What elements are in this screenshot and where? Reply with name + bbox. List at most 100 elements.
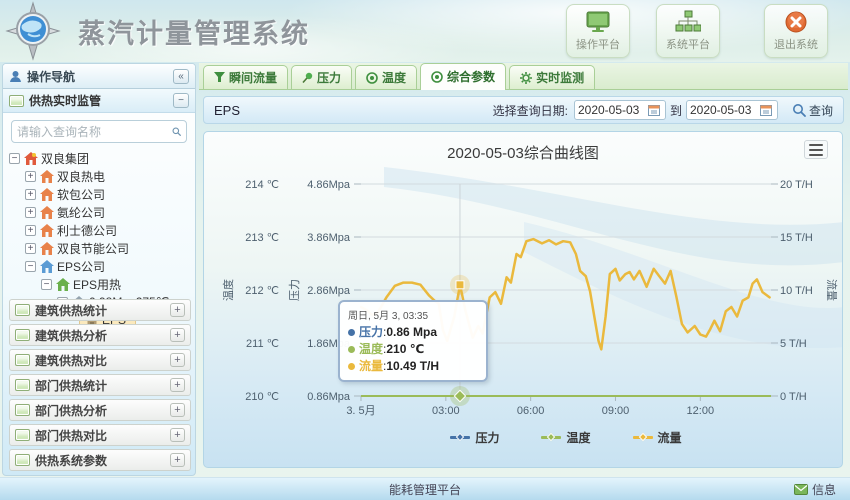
svg-text:流量: 流量	[825, 279, 839, 301]
accordion-dept-heating-stats[interactable]: 部门供热统计 +	[9, 374, 191, 396]
panel-icon	[15, 329, 30, 341]
expand-icon[interactable]: +	[170, 328, 185, 342]
svg-text:1.86Mpa: 1.86Mpa	[307, 338, 351, 350]
svg-text:4.86Mpa: 4.86Mpa	[307, 179, 351, 191]
accordion-heating-system-params[interactable]: 供热系统参数 +	[9, 449, 191, 471]
accordion-building-heating-stats[interactable]: 建筑供热统计 +	[9, 299, 191, 321]
calendar-icon[interactable]	[760, 104, 772, 116]
legend-item-temperature[interactable]: 温度	[541, 429, 590, 446]
tree-node-shuangliang-group[interactable]: 双良集团	[3, 149, 195, 167]
date-from-input[interactable]	[578, 103, 648, 117]
svg-text:温度: 温度	[221, 279, 235, 301]
svg-text:10 T/H: 10 T/H	[780, 285, 813, 297]
date-to-input[interactable]	[690, 103, 760, 117]
legend-item-pressure[interactable]: 压力	[450, 429, 499, 446]
tree-node-soft-pack[interactable]: 软包公司	[3, 185, 195, 203]
comprehensive-curve-chart[interactable]: 214 ℃4.86Mpa20 T/H213 ℃3.86Mpa15 T/H212 …	[204, 132, 843, 468]
house-icon	[40, 260, 54, 273]
search-icon	[792, 103, 806, 117]
svg-text:214 ℃: 214 ℃	[245, 179, 279, 191]
expand-icon[interactable]: +	[170, 453, 185, 467]
expand-icon[interactable]: +	[170, 353, 185, 367]
target-icon	[366, 72, 378, 84]
panel-icon	[15, 429, 30, 441]
search-icon[interactable]	[172, 125, 181, 138]
tree-node-shuangliang-thermal[interactable]: 双良热电	[3, 167, 195, 185]
tree-node-energy-saving[interactable]: 双良节能公司	[3, 239, 195, 257]
collapse-panel-button[interactable]: −	[173, 93, 189, 108]
legend-line	[450, 436, 470, 439]
message-button[interactable]: 信息	[794, 481, 836, 498]
to-label: 到	[670, 102, 682, 119]
funnel-icon	[214, 72, 225, 83]
tree-node-label: 双良节能公司	[57, 240, 133, 257]
svg-text:213 ℃: 213 ℃	[245, 232, 279, 244]
accordion-building-heating-analysis[interactable]: 建筑供热分析 +	[9, 324, 191, 346]
tree-node-eps-company[interactable]: EPS公司	[3, 257, 195, 275]
accordion-building-heating-compare[interactable]: 建筑供热对比 +	[9, 349, 191, 371]
expand-node-icon[interactable]	[25, 225, 36, 236]
expand-icon[interactable]: +	[170, 303, 185, 317]
svg-text:0 T/H: 0 T/H	[780, 391, 807, 403]
search-input[interactable]	[17, 125, 172, 139]
calendar-icon[interactable]	[648, 104, 660, 116]
svg-text:09:00: 09:00	[602, 405, 630, 417]
person-icon	[9, 70, 22, 83]
svg-text:2.86Mpa: 2.86Mpa	[307, 285, 351, 297]
expand-node-icon[interactable]	[25, 189, 36, 200]
operation-platform-button[interactable]: 操作平台	[566, 4, 630, 58]
tab-pressure[interactable]: 压力	[291, 65, 352, 89]
panel-header-realtime-monitor[interactable]: 供热实时监管 −	[3, 89, 195, 113]
accordion-dept-heating-compare[interactable]: 部门供热对比 +	[9, 424, 191, 446]
accordion-label: 供热系统参数	[35, 452, 170, 469]
accordion-label: 部门供热对比	[35, 427, 170, 444]
panel-icon	[15, 379, 30, 391]
exit-system-button[interactable]: 退出系统	[764, 4, 828, 58]
panel-icon	[9, 95, 24, 107]
tab-label: 压力	[317, 69, 341, 86]
expand-node-icon[interactable]	[25, 171, 36, 182]
collapse-node-icon[interactable]	[9, 153, 20, 164]
button-label: 操作平台	[576, 36, 620, 52]
nav-header[interactable]: 操作导航 «	[3, 64, 195, 89]
date-to-field	[686, 100, 778, 120]
query-button-label: 查询	[809, 102, 833, 119]
accordion-label: 建筑供热分析	[35, 327, 170, 344]
query-button[interactable]: 查询	[792, 102, 833, 119]
tab-temperature[interactable]: 温度	[355, 65, 417, 89]
exit-icon	[784, 10, 808, 34]
envelope-icon	[794, 484, 808, 495]
tab-realtime-monitor[interactable]: 实时监测	[509, 65, 595, 89]
svg-text:212 ℃: 212 ℃	[245, 285, 279, 297]
expand-icon[interactable]: +	[170, 428, 185, 442]
tab-instant-flow[interactable]: 瞬间流量	[203, 65, 288, 89]
system-platform-button[interactable]: 系统平台	[656, 4, 720, 58]
svg-text:211 ℃: 211 ℃	[246, 338, 279, 350]
collapse-node-icon[interactable]	[25, 261, 36, 272]
query-toolbar: EPS 选择查询日期: 到 查询	[203, 96, 844, 124]
compass-logo-icon	[4, 1, 62, 61]
message-label: 信息	[812, 481, 836, 498]
accordion-label: 部门供热统计	[35, 377, 170, 394]
house-icon	[40, 224, 54, 237]
tree-node-lishide[interactable]: 利士德公司	[3, 221, 195, 239]
monitor-icon	[585, 10, 611, 34]
expand-icon[interactable]: +	[170, 403, 185, 417]
chart-legend: 压力 温度 流量	[361, 429, 771, 446]
tree-node-spandex[interactable]: 氨纶公司	[3, 203, 195, 221]
expand-node-icon[interactable]	[25, 207, 36, 218]
expand-node-icon[interactable]	[25, 243, 36, 254]
panel-icon	[15, 304, 30, 316]
sidebar: 操作导航 « 供热实时监管 − 双良集团 双良热电 软包公司	[2, 63, 196, 476]
collapse-node-icon[interactable]	[41, 279, 52, 290]
tab-comprehensive-params[interactable]: 综合参数	[420, 63, 506, 89]
house-icon	[40, 242, 54, 255]
expand-icon[interactable]: +	[170, 378, 185, 392]
collapse-sidebar-button[interactable]: «	[173, 69, 189, 84]
legend-item-flow[interactable]: 流量	[633, 429, 682, 446]
gear-icon	[520, 72, 532, 84]
svg-text:3.86Mpa: 3.86Mpa	[307, 232, 351, 244]
tree-node-eps-heating[interactable]: EPS用热	[3, 275, 195, 293]
accordion-dept-heating-analysis[interactable]: 部门供热分析 +	[9, 399, 191, 421]
house-icon	[24, 152, 38, 165]
